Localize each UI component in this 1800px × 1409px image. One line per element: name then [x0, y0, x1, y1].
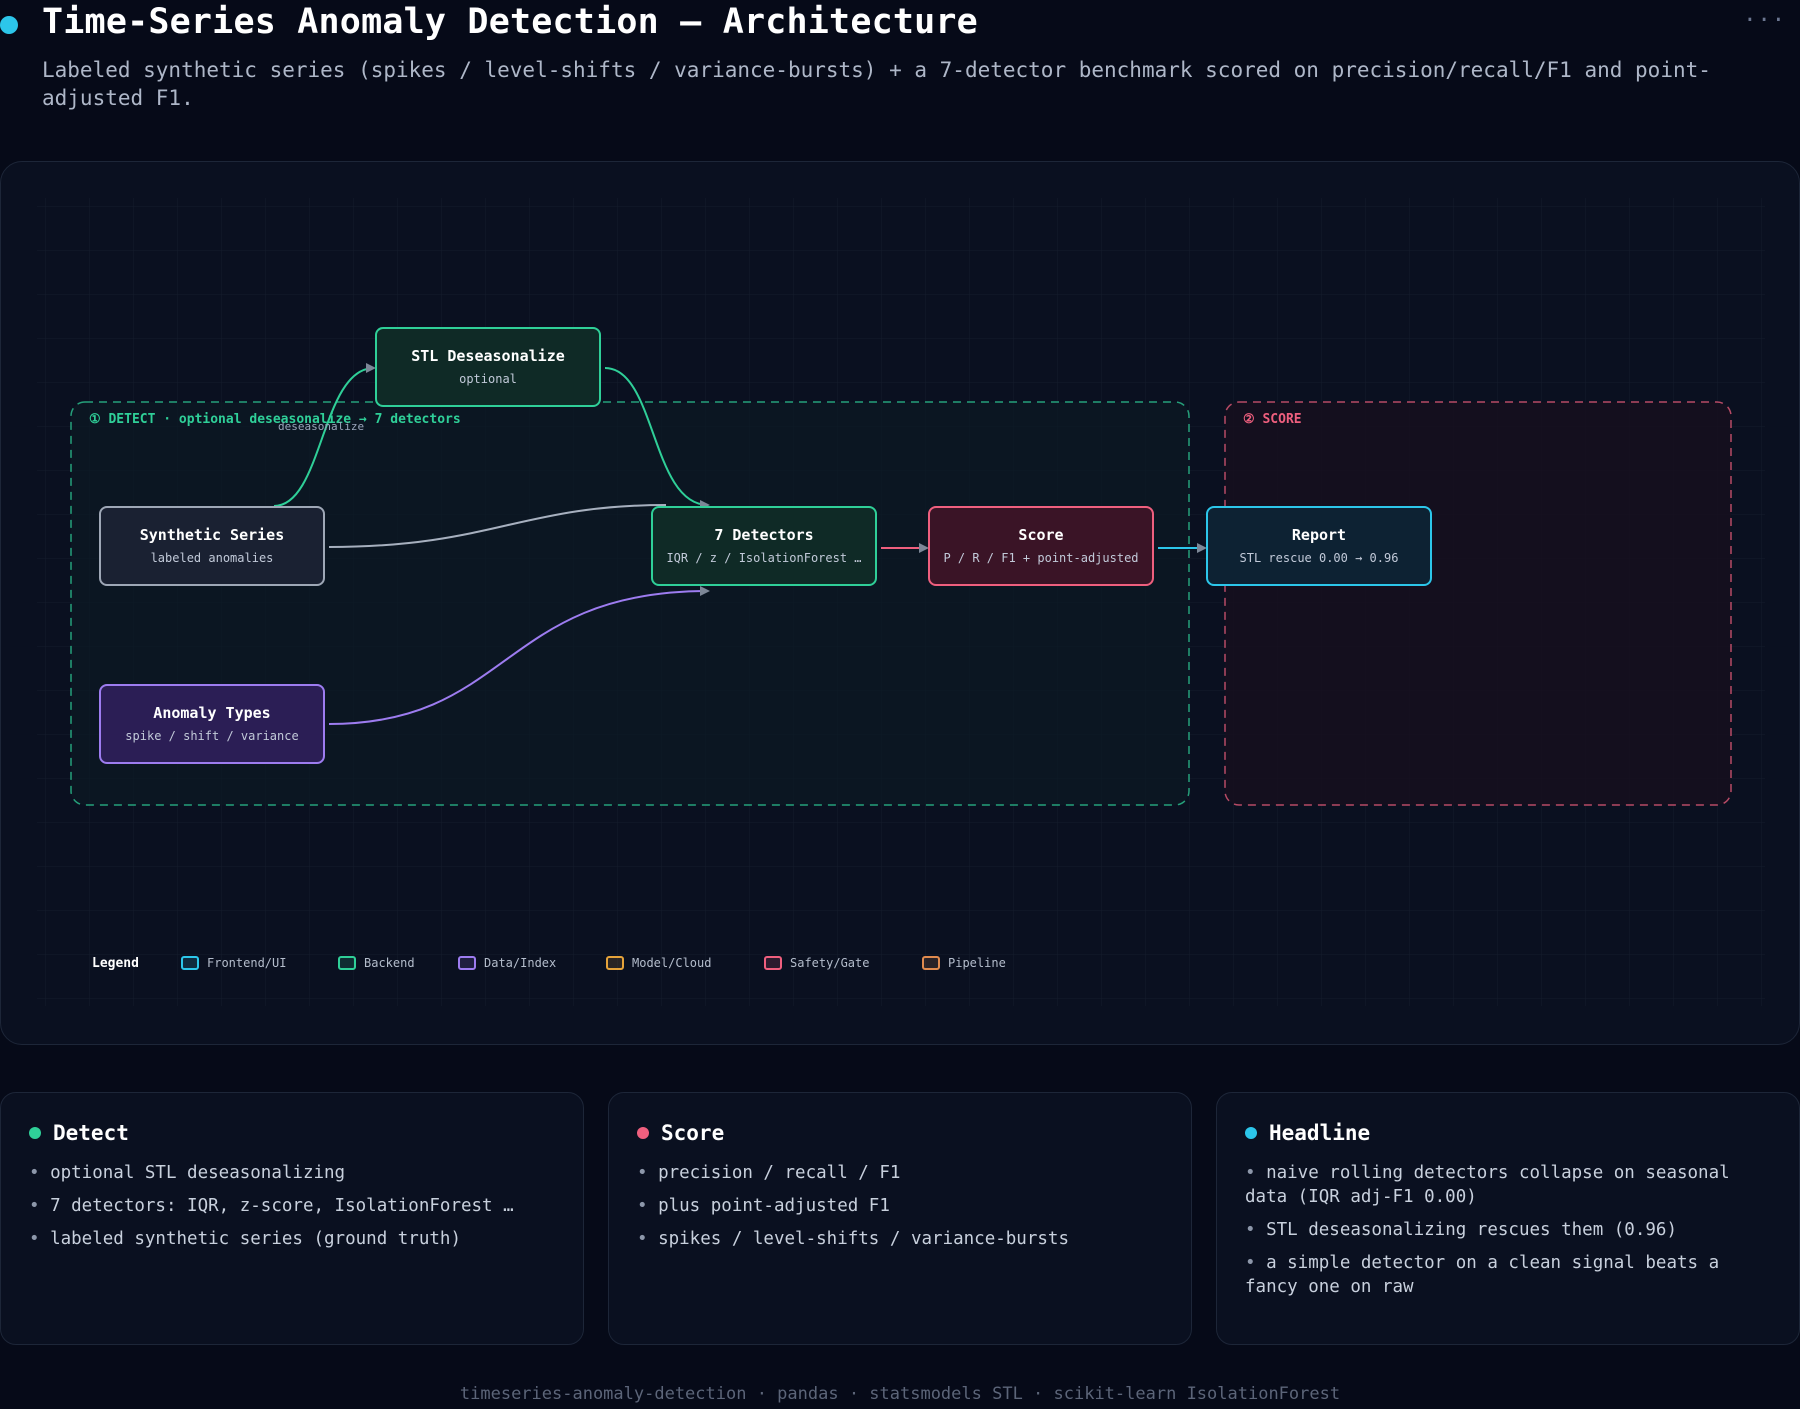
diagram-canvas — [37, 198, 1765, 1006]
node-stl-title: STL Deseasonalize — [411, 347, 565, 365]
node-detectors-subtitle: IQR / z / IsolationForest … — [666, 551, 862, 565]
card-headline-dot — [1245, 1127, 1257, 1139]
list-item: naive rolling detectors collapse on seas… — [1245, 1161, 1771, 1209]
list-item: plus point-adjusted F1 — [637, 1194, 1163, 1218]
group-score — [1224, 401, 1732, 806]
legend-label: Frontend/UI — [207, 956, 287, 970]
legend-label: Model/Cloud — [632, 956, 712, 970]
card-headline-list: naive rolling detectors collapse on seas… — [1245, 1161, 1771, 1299]
legend-item-frontend: Frontend/UI — [181, 954, 286, 972]
list-item: labeled synthetic series (ground truth) — [29, 1227, 555, 1251]
group-score-label: ② SCORE — [1243, 412, 1302, 427]
legend-item-pipeline: Pipeline — [922, 954, 1006, 972]
title-dot — [0, 16, 18, 34]
node-report-title: Report — [1291, 526, 1347, 544]
node-score-subtitle: P / R / F1 + point-adjusted — [943, 551, 1139, 565]
node-synthetic-title: Synthetic Series — [139, 526, 285, 544]
architecture-diagram-panel: ① DETECT · optional deseasonalize → 7 de… — [0, 161, 1800, 1045]
legend-item-safety-gate: Safety/Gate — [764, 954, 869, 972]
legend-label: Data/Index — [484, 956, 557, 970]
card-score-dot — [637, 1127, 649, 1139]
node-score-title: Score — [1018, 526, 1064, 544]
list-item: spikes / level-shifts / variance-bursts — [637, 1227, 1163, 1251]
node-stl-subtitle: optional — [459, 372, 517, 386]
node-anomaly-subtitle: spike / shift / variance — [125, 729, 299, 743]
node-synthetic-series[interactable]: Synthetic Series labeled anomalies — [99, 506, 325, 586]
legend-item-model-cloud: Model/Cloud — [606, 954, 711, 972]
legend-label: Safety/Gate — [790, 956, 870, 970]
legend-item-backend: Backend — [338, 954, 415, 972]
legend-label: Backend — [364, 956, 415, 970]
legend-item-data-index: Data/Index — [458, 954, 556, 972]
page-subtitle: Labeled synthetic series (spikes / level… — [42, 58, 1711, 110]
legend-swatch-backend — [338, 956, 356, 970]
legend-swatch-safety-gate — [764, 956, 782, 970]
list-item: a simple detector on a clean signal beat… — [1245, 1251, 1771, 1299]
node-stl-deseasonalize[interactable]: STL Deseasonalize optional — [375, 327, 601, 407]
node-anomaly-title: Anomaly Types — [153, 704, 271, 722]
group-detect-label: ① DETECT · optional deseasonalize → 7 de… — [89, 412, 461, 427]
node-7-detectors[interactable]: 7 Detectors IQR / z / IsolationForest … — [651, 506, 877, 586]
list-item: STL deseasonalizing rescues them (0.96) — [1245, 1218, 1771, 1242]
card-detect-header: Detect — [29, 1121, 555, 1145]
node-report-subtitle: STL rescue 0.00 → 0.96 — [1239, 551, 1399, 565]
node-report[interactable]: Report STL rescue 0.00 → 0.96 — [1206, 506, 1432, 586]
card-headline: Headline naive rolling detectors collaps… — [1216, 1092, 1800, 1345]
legend-title: Legend — [92, 956, 139, 971]
card-score-title: Score — [661, 1121, 725, 1145]
card-headline-header: Headline — [1245, 1121, 1771, 1145]
list-item: precision / recall / F1 — [637, 1161, 1163, 1185]
card-detect: Detect optional STL deseasonalizing 7 de… — [0, 1092, 584, 1345]
legend-label: Pipeline — [948, 956, 1006, 970]
node-score[interactable]: Score P / R / F1 + point-adjusted — [928, 506, 1154, 586]
edge-label-deseasonalize: deseasonalize — [278, 420, 365, 433]
node-synthetic-subtitle: labeled anomalies — [150, 551, 274, 565]
card-headline-title: Headline — [1269, 1121, 1371, 1145]
card-detect-list: optional STL deseasonalizing 7 detectors… — [29, 1161, 555, 1251]
legend-swatch-data-index — [458, 956, 476, 970]
card-detect-dot — [29, 1127, 41, 1139]
legend-swatch-frontend — [181, 956, 199, 970]
list-item: 7 detectors: IQR, z-score, IsolationFore… — [29, 1194, 555, 1218]
card-score-header: Score — [637, 1121, 1163, 1145]
page-title: Time-Series Anomaly Detection — Architec… — [42, 2, 978, 42]
header: Time-Series Anomaly Detection — Architec… — [0, 0, 1800, 150]
card-detect-title: Detect — [53, 1121, 129, 1145]
node-anomaly-types[interactable]: Anomaly Types spike / shift / variance — [99, 684, 325, 764]
legend-swatch-model-cloud — [606, 956, 624, 970]
footer-tech-stack: timeseries-anomaly-detection · pandas · … — [459, 1384, 1341, 1404]
legend-swatch-pipeline — [922, 956, 940, 970]
more-dots-icon[interactable]: ··· — [1743, 8, 1786, 33]
card-score-list: precision / recall / F1 plus point-adjus… — [637, 1161, 1163, 1251]
list-item: optional STL deseasonalizing — [29, 1161, 555, 1185]
card-score: Score precision / recall / F1 plus point… — [608, 1092, 1192, 1345]
node-detectors-title: 7 Detectors — [714, 526, 814, 544]
